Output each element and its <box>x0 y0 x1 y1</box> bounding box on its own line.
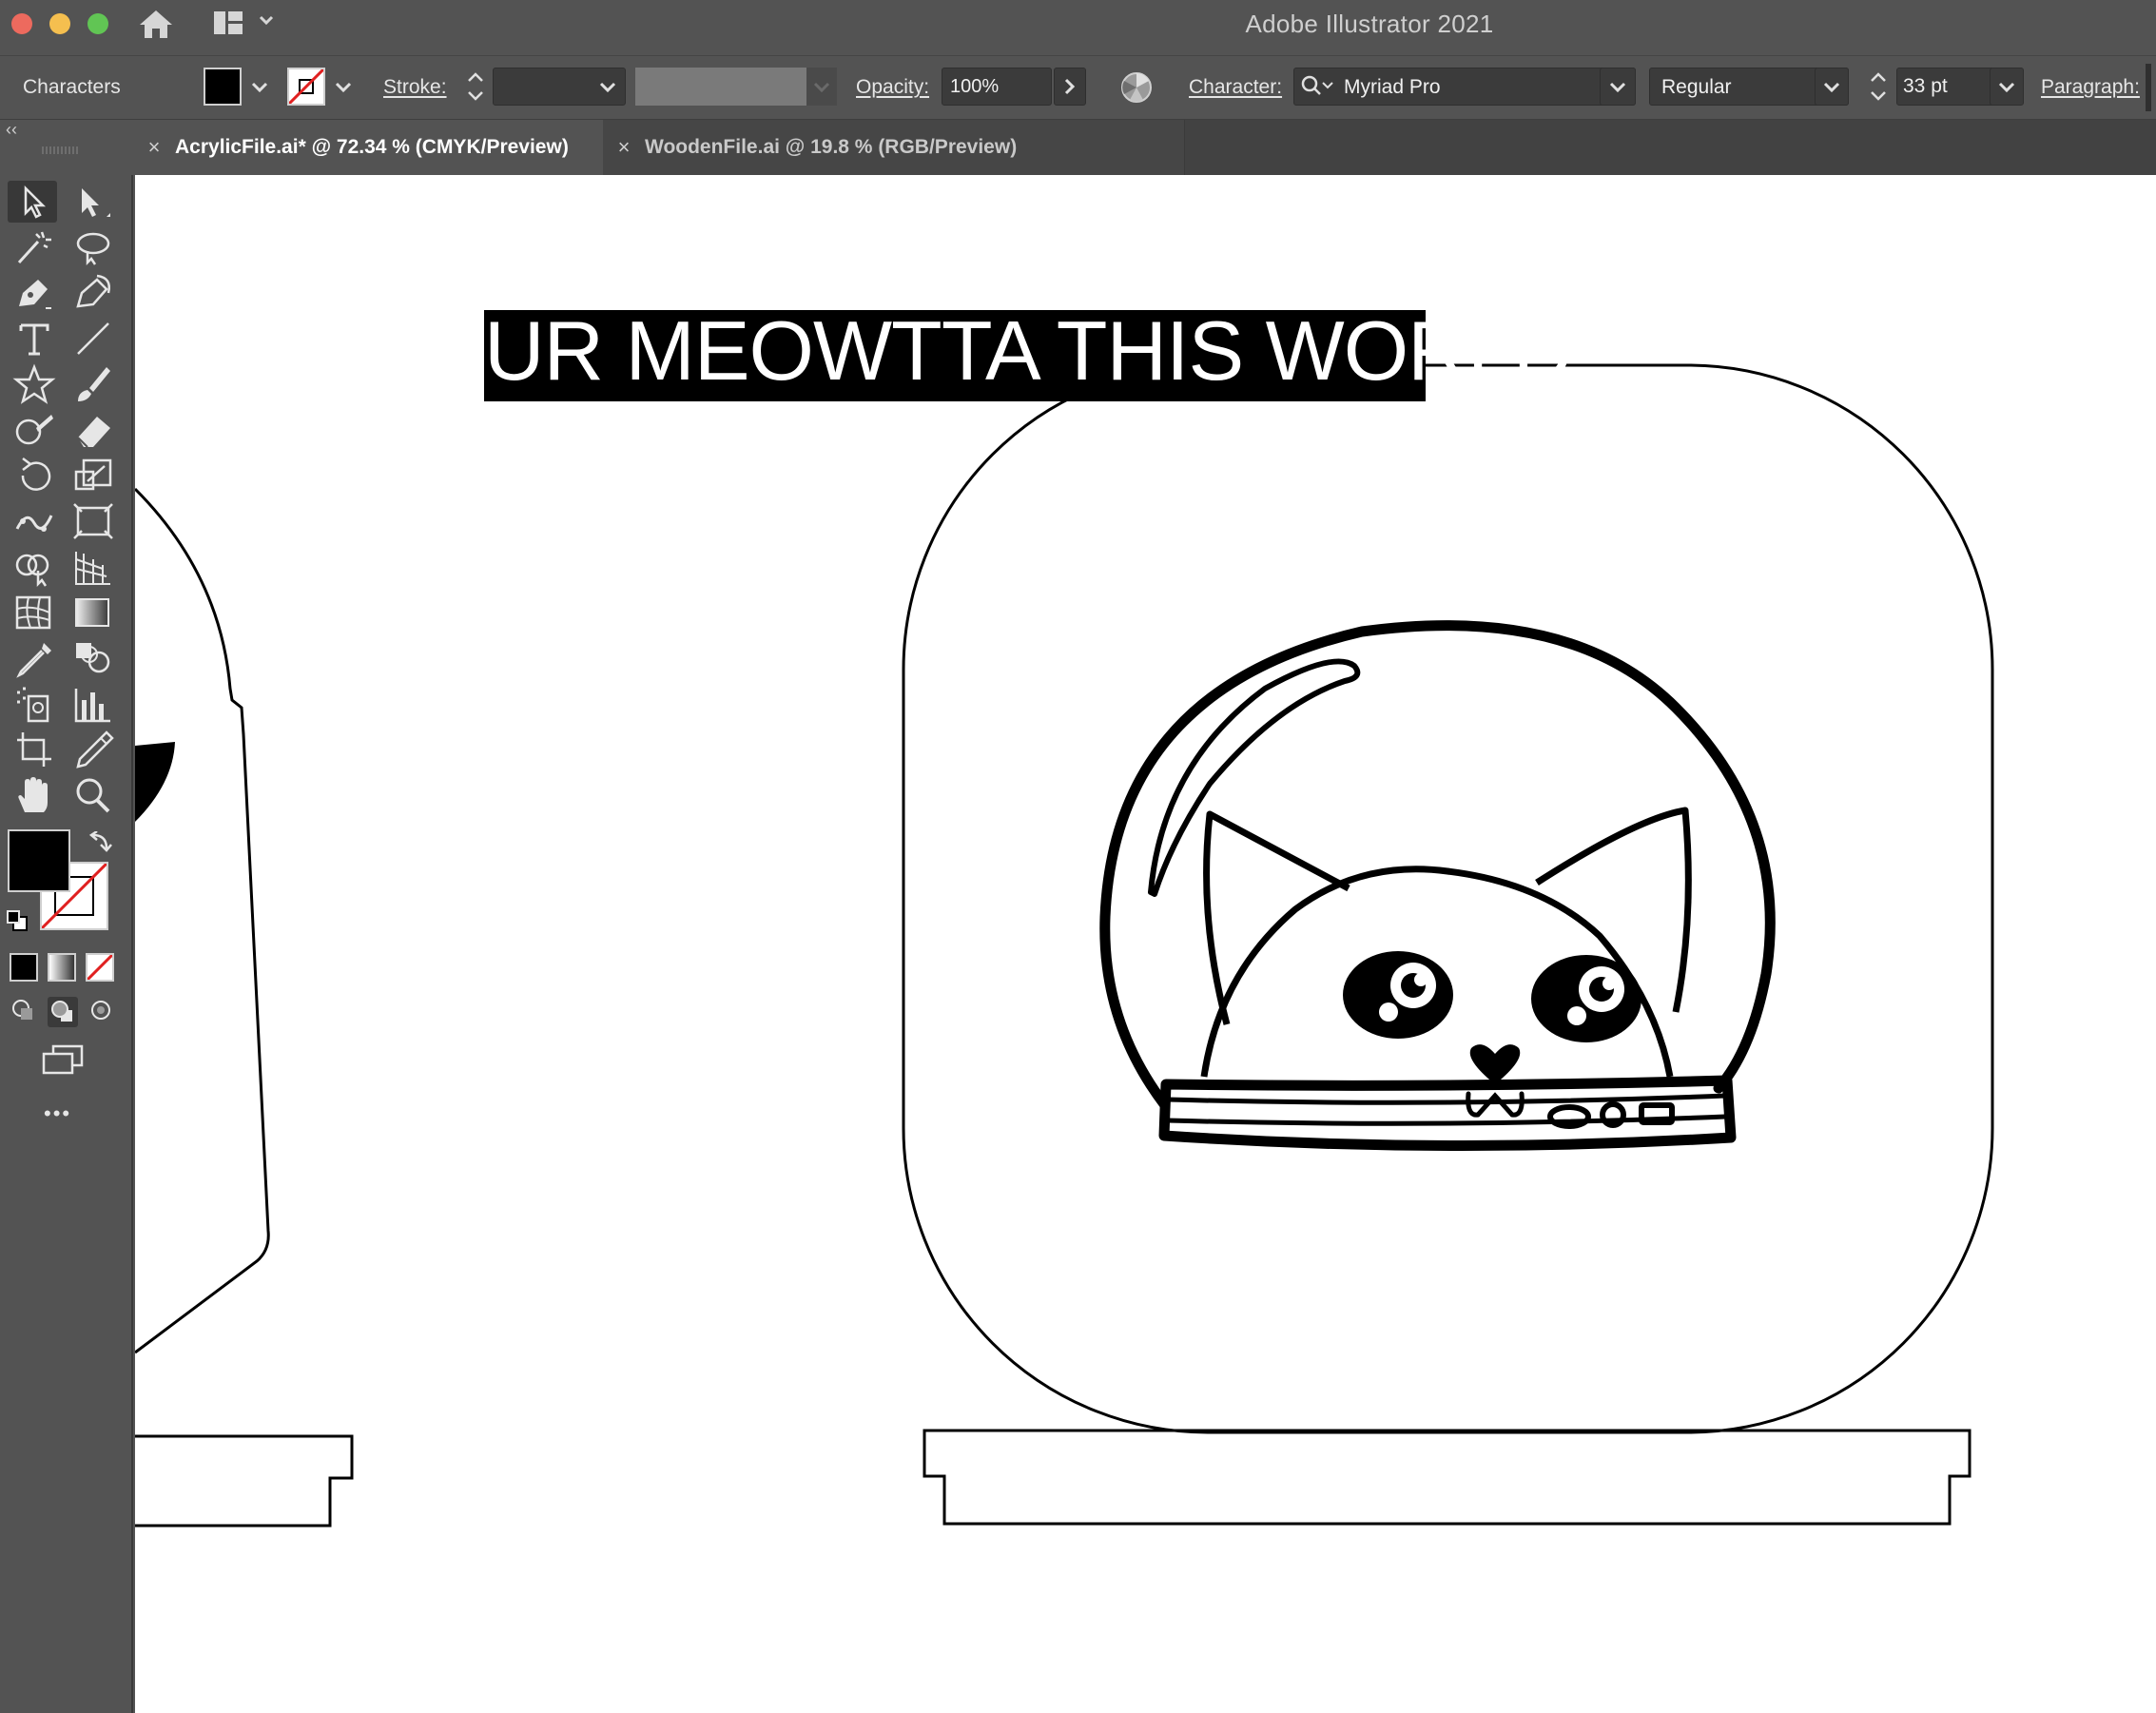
variable-width-profile[interactable] <box>635 68 806 106</box>
default-fill-stroke-icon[interactable] <box>6 909 29 932</box>
color-mode-button[interactable] <box>10 953 38 982</box>
panel-name: Characters <box>23 76 121 98</box>
paintbrush-tool-icon[interactable] <box>68 363 118 405</box>
gradient-mode-button[interactable] <box>48 953 76 982</box>
gradient-tool-icon[interactable] <box>68 592 118 633</box>
tab-woodenfile[interactable]: × WoodenFile.ai @ 19.8 % (RGB/Preview) <box>603 120 1185 175</box>
control-bar-divider <box>2146 64 2151 111</box>
recolor-artwork-icon[interactable] <box>1118 69 1155 106</box>
tab-label: AcrylicFile.ai* @ 72.34 % (CMYK/Preview) <box>175 136 569 158</box>
lasso-tool-icon[interactable] <box>68 226 118 268</box>
type-tool-icon[interactable] <box>10 318 59 360</box>
toolbar-grip[interactable] <box>42 146 80 154</box>
profile-dropdown[interactable] <box>806 68 837 106</box>
headline-text[interactable]: UR MEOWTTA THIS WORLD <box>484 299 1573 403</box>
artboard-tool-icon[interactable] <box>10 729 59 770</box>
collapse-toolbar-button[interactable]: ‹‹ <box>6 120 17 140</box>
helmet-collar <box>1158 1075 1737 1152</box>
draw-inside-icon[interactable] <box>87 997 116 1025</box>
stroke-swatch-dropdown[interactable] <box>329 68 358 106</box>
app-title: Adobe Illustrator 2021 <box>1245 10 1494 38</box>
font-style-dropdown[interactable] <box>1815 68 1849 106</box>
opacity-expand-button[interactable] <box>1054 68 1086 106</box>
collar-button-1 <box>1547 1104 1591 1129</box>
fill-color-swatch[interactable] <box>8 829 70 892</box>
font-family-dropdown[interactable] <box>1600 68 1636 106</box>
none-mode-button[interactable] <box>86 953 114 982</box>
character-label: Character: <box>1189 76 1283 98</box>
title-bar: Adobe Illustrator 2021 <box>0 0 2156 49</box>
swap-fill-stroke-icon[interactable] <box>87 829 112 856</box>
collar-button-3 <box>1639 1102 1675 1125</box>
artwork <box>135 363 1994 1528</box>
draw-behind-icon[interactable] <box>48 997 78 1027</box>
font-size-stepper[interactable] <box>1862 68 1894 106</box>
puppet-warp-tool-icon[interactable] <box>10 500 59 542</box>
blend-tool-icon[interactable] <box>68 637 118 679</box>
close-icon[interactable]: × <box>603 135 645 160</box>
font-family-field[interactable]: Myriad Pro <box>1293 68 1636 106</box>
close-icon[interactable]: × <box>133 135 175 160</box>
magic-wand-tool-icon[interactable] <box>10 226 59 268</box>
eyedropper-tool-icon[interactable] <box>10 637 59 679</box>
perspective-grid-tool-icon[interactable] <box>68 546 118 588</box>
helmet-highlight <box>1148 658 1361 897</box>
screen-mode-icon[interactable] <box>38 1042 87 1077</box>
hand-tool-icon[interactable] <box>10 774 59 816</box>
tab-acrylicfile[interactable]: × AcrylicFile.ai* @ 72.34 % (CMYK/Previe… <box>133 120 603 175</box>
edit-toolbar-button[interactable]: ••• <box>44 1101 71 1126</box>
left-base-outline <box>135 1434 354 1528</box>
free-transform-tool-icon[interactable] <box>68 500 118 542</box>
left-plaque-ear <box>135 742 175 822</box>
stroke-weight-field[interactable] <box>493 68 626 106</box>
fill-swatch[interactable] <box>204 68 242 106</box>
control-bar: Characters Stroke: Opacity: 100% Charact… <box>0 55 2156 120</box>
mesh-tool-icon[interactable] <box>10 592 59 633</box>
direct-selection-tool-icon[interactable] <box>68 181 118 223</box>
selection-tool-icon[interactable] <box>8 181 57 223</box>
slice-tool-icon[interactable] <box>68 729 118 770</box>
rotate-tool-icon[interactable] <box>10 455 59 496</box>
opacity-label: Opacity: <box>856 76 930 98</box>
document-tab-bar: × AcrylicFile.ai* @ 72.34 % (CMYK/Previe… <box>133 120 2156 175</box>
line-segment-tool-icon[interactable] <box>68 318 118 360</box>
symbol-sprayer-tool-icon[interactable] <box>10 683 59 725</box>
artboard-canvas[interactable]: UR MEOWTTA THIS WORLD <box>135 175 2156 1713</box>
tab-label: WoodenFile.ai @ 19.8 % (RGB/Preview) <box>645 136 1018 158</box>
font-size-dropdown[interactable] <box>1990 68 2024 106</box>
shape-builder-tool-icon[interactable] <box>10 546 59 588</box>
zoom-tool-icon[interactable] <box>68 774 118 816</box>
draw-normal-icon[interactable] <box>10 997 38 1025</box>
curvature-tool-icon[interactable] <box>68 272 118 314</box>
stroke-weight-stepper[interactable] <box>460 68 491 106</box>
column-graph-tool-icon[interactable] <box>68 683 118 725</box>
star-tool-icon[interactable] <box>10 363 59 405</box>
stroke-swatch[interactable] <box>287 68 325 106</box>
scale-tool-icon[interactable] <box>68 455 118 496</box>
pen-tool-icon[interactable] <box>10 272 59 314</box>
tools-panel: ••• <box>0 175 133 1713</box>
paragraph-label[interactable]: Paragraph: <box>2041 76 2140 99</box>
eraser-tool-icon[interactable] <box>68 409 118 451</box>
fill-dropdown[interactable] <box>245 68 274 106</box>
stroke-label: Stroke: <box>383 76 447 98</box>
shaper-tool-icon[interactable] <box>10 409 59 451</box>
left-plaque-outline <box>135 487 270 1354</box>
opacity-field[interactable]: 100% <box>942 68 1052 106</box>
plaque-outline <box>902 363 1994 1434</box>
base-stand-outline <box>923 1429 1971 1526</box>
cat-nose <box>1469 1044 1521 1084</box>
